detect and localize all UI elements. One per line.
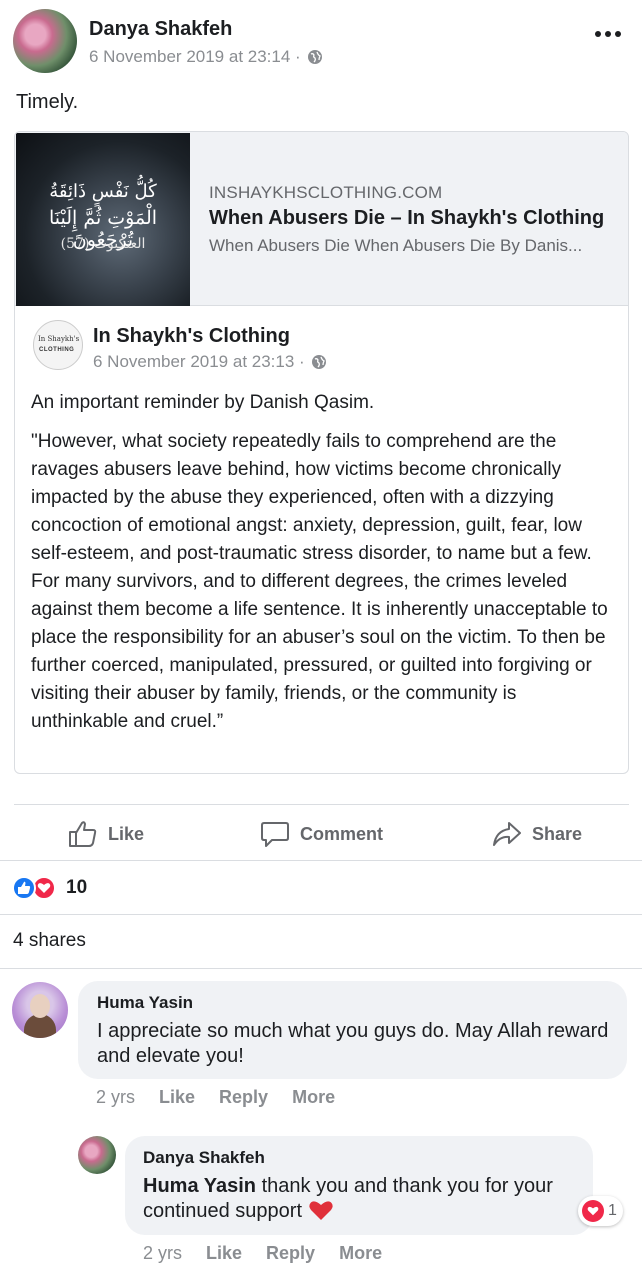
reply-meta: 2 yrs Like Reply More (143, 1243, 382, 1264)
shares-count[interactable]: 4 shares (13, 930, 86, 952)
comment-label: Comment (300, 823, 384, 844)
red-heart-icon (308, 1201, 333, 1220)
reaction-count: 10 (66, 877, 88, 898)
thumbnail-arabic-line1: كُلُّ نَفْسٍ ذَائِقَةُ (49, 181, 157, 202)
globe-icon (307, 50, 322, 64)
divider (0, 968, 642, 969)
divider (0, 860, 642, 861)
comment-more-link[interactable]: More (292, 1087, 335, 1108)
shared-post-card: كُلُّ نَفْسٍ ذَائِقَةُ الْمَوْتِ ثُمَّ إ… (14, 131, 629, 774)
thumbs-up-icon (69, 821, 97, 847)
reactions-summary[interactable]: 10 (12, 876, 87, 900)
shared-post-timestamp-text[interactable]: 6 November 2019 at 23:13 · (93, 352, 305, 372)
post-text: Timely. (16, 91, 79, 113)
shared-post-timestamp[interactable]: 6 November 2019 at 23:13 · (93, 352, 327, 372)
reply-reaction-count: 1 (608, 1202, 617, 1219)
love-reaction-icon (582, 1200, 604, 1222)
share-label: Share (532, 823, 583, 844)
comment-meta: 2 yrs Like Reply More (96, 1087, 335, 1108)
reply-time: 2 yrs (143, 1243, 183, 1263)
like-button[interactable]: Like (68, 820, 144, 848)
more-options-icon[interactable] (594, 28, 622, 40)
comment-like-link[interactable]: Like (159, 1087, 195, 1108)
like-reaction-icon (12, 876, 36, 900)
page-avatar-text1: In Shaykh's (38, 335, 80, 343)
author-avatar[interactable] (13, 9, 77, 73)
shared-post-quote: "However, what society repeatedly fails … (31, 431, 608, 732)
comment-text: I appreciate so much what you guys do. M… (97, 1020, 609, 1067)
reply-like-link[interactable]: Like (206, 1243, 242, 1264)
reply-reply-link[interactable]: Reply (266, 1243, 315, 1264)
reply-text: Huma Yasin thank you and thank you for y… (143, 1174, 563, 1224)
divider (0, 914, 642, 915)
link-preview[interactable]: كُلُّ نَفْسٍ ذَائِقَةُ الْمَوْتِ ثُمَّ إ… (15, 132, 628, 306)
reply-reaction-badge[interactable]: 1 (578, 1196, 623, 1226)
action-bar: Like Comment Share (0, 806, 642, 860)
comment-time: 2 yrs (96, 1087, 136, 1107)
replier-name[interactable]: Danya Shakfeh (143, 1148, 265, 1168)
link-domain: INSHAYKHSCLOTHING.COM (209, 183, 443, 202)
link-description: When Abusers Die When Abusers Die By Dan… (209, 236, 583, 255)
page-avatar-text2: CLOTHING (39, 347, 75, 353)
page-avatar[interactable]: In Shaykh's CLOTHING (33, 320, 83, 370)
post-timestamp-text[interactable]: 6 November 2019 at 23:14 · (89, 47, 301, 67)
share-arrow-icon (493, 822, 521, 846)
comment-bubble[interactable]: Huma Yasin I appreciate so much what you… (78, 981, 627, 1079)
link-thumbnail[interactable]: كُلُّ نَفْسٍ ذَائِقَةُ الْمَوْتِ ثُمَّ إ… (16, 133, 190, 306)
share-button[interactable]: Share (492, 820, 582, 848)
reply-bubble[interactable]: Danya Shakfeh Huma Yasin thank you and t… (125, 1136, 593, 1235)
shared-post-intro: An important reminder by Danish Qasim. (31, 392, 375, 413)
post-header: Danya Shakfeh 6 November 2019 at 23:14 · (0, 0, 642, 80)
link-title[interactable]: When Abusers Die – In Shaykh's Clothing (209, 207, 604, 230)
page-name[interactable]: In Shaykh's Clothing (93, 325, 290, 348)
commenter-avatar[interactable] (12, 982, 68, 1038)
like-label: Like (108, 823, 145, 844)
reply-mention[interactable]: Huma Yasin (143, 1175, 256, 1197)
replier-avatar[interactable] (78, 1136, 116, 1174)
commenter-name[interactable]: Huma Yasin (97, 993, 193, 1013)
comment-button[interactable]: Comment (260, 820, 383, 848)
divider (14, 804, 629, 805)
globe-icon (311, 355, 326, 369)
post-timestamp[interactable]: 6 November 2019 at 23:14 · (89, 47, 323, 67)
thumbnail-arabic-line3: العنكبوت (57) (60, 236, 146, 252)
comment-icon (261, 822, 289, 847)
reply-more-link[interactable]: More (339, 1243, 382, 1264)
author-name[interactable]: Danya Shakfeh (89, 18, 232, 41)
comment-reply-link[interactable]: Reply (219, 1087, 268, 1108)
